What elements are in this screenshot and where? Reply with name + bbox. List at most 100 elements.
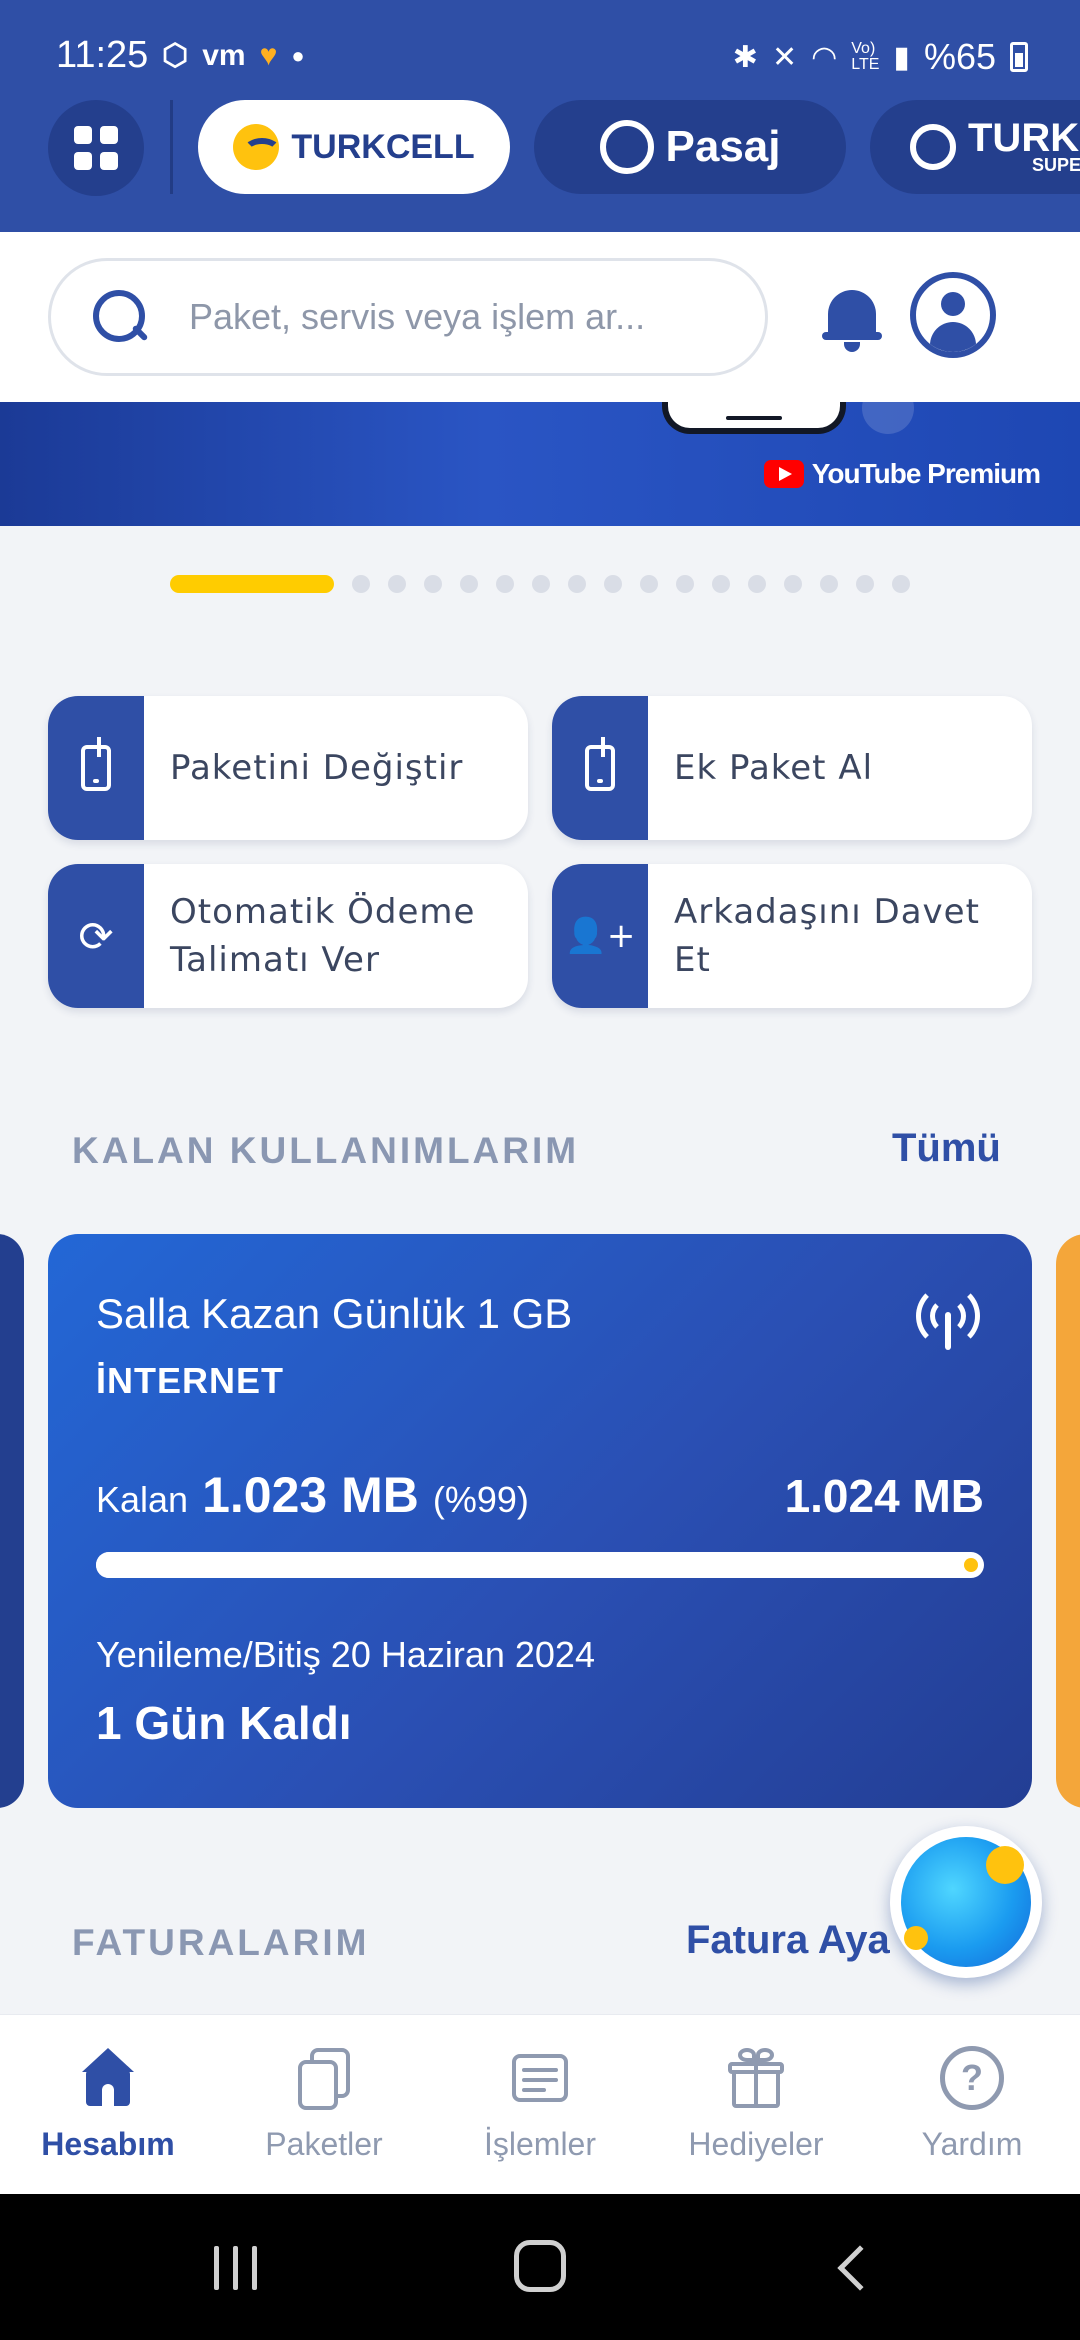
antenna-icon: [916, 1284, 980, 1354]
nav-label: Hediyeler: [688, 2126, 824, 2162]
carousel-dot[interactable]: [748, 575, 766, 593]
profile-icon[interactable]: [910, 272, 996, 358]
mute-icon: ✕: [771, 40, 798, 74]
carousel-dot[interactable]: [532, 575, 550, 593]
quick-action-label: Ek Paket Al: [674, 748, 874, 788]
notification-dot-icon: ●: [291, 42, 305, 68]
tab-label: Pasaj: [665, 122, 781, 171]
signal-icon: ▮: [893, 40, 910, 74]
grid-icon: [74, 126, 118, 170]
apps-menu-button[interactable]: [48, 100, 144, 196]
carrier-label: vm: [202, 38, 246, 72]
home-icon: [76, 2046, 140, 2110]
quick-action-label: Arkadaşını Davet Et: [674, 892, 980, 980]
carousel-dot[interactable]: [388, 575, 406, 593]
carousel-dot[interactable]: [856, 575, 874, 593]
invoice-settings-link[interactable]: Fatura Aya: [686, 1918, 890, 1963]
carousel-dot-active[interactable]: [170, 575, 334, 593]
brand-tabs: TURKCELL Pasaj TURKC SUPERO: [0, 96, 1080, 196]
remaining-amount: 1.023 MB: [202, 1467, 419, 1523]
carousel-dot[interactable]: [460, 575, 478, 593]
status-left-icons: ⬡ vm ♥ ●: [162, 38, 305, 73]
turkcell-logo-icon: [233, 124, 282, 170]
tab-label-group: TURKC SUPERO: [968, 116, 1080, 175]
carousel-dot[interactable]: [604, 575, 622, 593]
nav-yardim[interactable]: ? Yardım: [864, 2015, 1080, 2194]
pasaj-logo-icon: [599, 120, 654, 174]
tab-pasaj[interactable]: Pasaj: [534, 100, 846, 194]
add-package-button[interactable]: Ek Paket Al: [552, 696, 1032, 840]
tab-turkcell[interactable]: TURKCELL: [198, 100, 510, 194]
see-all-link[interactable]: Tümü: [892, 1126, 1001, 1171]
bottom-navigation: Hesabım Paketler İşlemler Hediyeler ? Ya…: [0, 2014, 1080, 2194]
remaining-group: Kalan 1.023 MB (%99): [96, 1466, 529, 1524]
invite-friend-button[interactable]: 👤+ Arkadaşını Davet Et: [552, 864, 1032, 1008]
carousel-dot[interactable]: [784, 575, 802, 593]
status-bar: 11:25 ⬡ vm ♥ ● ✱ ✕ ◠ Vo) LTE ▮ %65: [0, 0, 1080, 92]
hexagon-app-icon: ⬡: [162, 39, 189, 72]
bell-icon[interactable]: [822, 286, 882, 352]
usage-amount-row: Kalan 1.023 MB (%99) 1.024 MB: [96, 1466, 984, 1524]
bluetooth-icon: ✱: [732, 40, 758, 74]
carousel-dot[interactable]: [640, 575, 658, 593]
carousel-dot[interactable]: [352, 575, 370, 593]
wifi-icon: ◠: [811, 40, 838, 74]
tab-label: TURKC: [968, 116, 1080, 160]
carousel-dot[interactable]: [676, 575, 694, 593]
quick-action-label: Otomatik Ödeme Talimatı Ver: [170, 892, 476, 980]
carousel-dot[interactable]: [712, 575, 730, 593]
battery-percent: %65: [923, 36, 996, 77]
package-name: Salla Kazan Günlük 1 GB: [96, 1290, 573, 1337]
nav-hesabim[interactable]: Hesabım: [0, 2015, 216, 2194]
banner-decor-circle: [862, 402, 914, 434]
status-time: 11:25: [56, 34, 149, 76]
usage-progress-fill: [96, 1552, 976, 1578]
nav-label: Yardım: [921, 2126, 1023, 2162]
back-icon[interactable]: [837, 2245, 883, 2291]
tab-divider: [170, 100, 173, 194]
youtube-premium-badge: YouTube Premium: [763, 458, 1041, 490]
documents-icon: [292, 2046, 356, 2110]
promo-banner[interactable]: YouTube Premium: [0, 402, 1080, 526]
assistant-bubble-button[interactable]: [890, 1826, 1042, 1978]
gift-icon: [724, 2046, 788, 2110]
tab-superonline[interactable]: TURKC SUPERO: [870, 100, 1080, 194]
renewal-date: Yenileme/Bitiş 20 Haziran 2024: [96, 1634, 595, 1675]
previous-card-peek[interactable]: [0, 1234, 24, 1808]
package-type: İNTERNET: [96, 1360, 284, 1401]
days-left: 1 Gün Kaldı: [96, 1697, 352, 1749]
auto-payment-button[interactable]: ⟳ Otomatik Ödeme Talimatı Ver: [48, 864, 528, 1008]
next-card-peek[interactable]: [1056, 1234, 1080, 1808]
carousel-dot[interactable]: [892, 575, 910, 593]
search-input[interactable]: [189, 296, 729, 338]
status-right-icons: ✱ ✕ ◠ Vo) LTE ▮ %65: [733, 36, 1028, 78]
refresh-icon: ⟳: [48, 864, 144, 1008]
search-bar[interactable]: [48, 258, 768, 376]
youtube-icon: [763, 460, 804, 488]
banner-badge-label: YouTube Premium: [811, 458, 1041, 489]
nav-islemler[interactable]: İşlemler: [432, 2015, 648, 2194]
carousel-dot[interactable]: [496, 575, 514, 593]
carousel-dot[interactable]: [424, 575, 442, 593]
search-header: [0, 232, 1080, 402]
change-package-button[interactable]: Paketini Değiştir: [48, 696, 528, 840]
phone-upload-icon: [48, 696, 144, 840]
search-icon: [91, 288, 149, 346]
system-navigation-bar: [0, 2194, 1080, 2340]
tab-label: TURKCELL: [291, 127, 475, 166]
nav-label: Hesabım: [41, 2126, 175, 2162]
carousel-dot[interactable]: [820, 575, 838, 593]
home-button-icon[interactable]: [514, 2240, 566, 2292]
phone-illustration: [662, 402, 846, 434]
usage-card[interactable]: Salla Kazan Günlük 1 GB İNTERNET Kalan 1…: [48, 1234, 1032, 1808]
superonline-logo-icon: [910, 124, 956, 170]
recents-icon[interactable]: [214, 2246, 257, 2290]
phone-add-icon: [552, 696, 648, 840]
remaining-label: Kalan: [96, 1479, 189, 1520]
carousel-dot[interactable]: [568, 575, 586, 593]
nav-hediyeler[interactable]: Hediyeler: [648, 2015, 864, 2194]
heart-app-icon: ♥: [259, 38, 278, 72]
usage-progress-bar: [96, 1552, 984, 1578]
tab-sublabel: SUPERO: [1031, 155, 1080, 175]
nav-paketler[interactable]: Paketler: [216, 2015, 432, 2194]
